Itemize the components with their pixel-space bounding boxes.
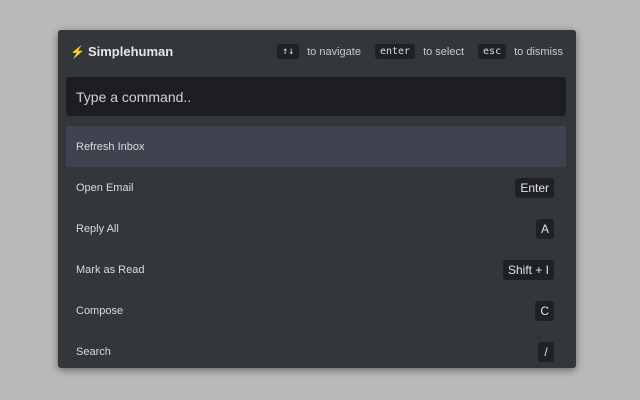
lightning-icon: ⚡ xyxy=(70,44,85,59)
brand: ⚡ Simplehuman xyxy=(70,44,173,59)
command-refresh-inbox[interactable]: Refresh Inbox xyxy=(66,126,566,167)
shortcut-key: Enter xyxy=(515,177,554,198)
shortcut-key: A xyxy=(535,218,554,239)
shortcut-key: Shift + I xyxy=(502,259,554,280)
hint-navigate: ↑↓ to navigate xyxy=(277,44,361,59)
command-label: Reply All xyxy=(76,222,119,235)
command-palette: ⚡ Simplehuman ↑↓ to navigate enter to se… xyxy=(58,30,576,368)
hint-select: enter to select xyxy=(374,44,465,59)
palette-header: ⚡ Simplehuman ↑↓ to navigate enter to se… xyxy=(58,30,576,76)
command-open-email[interactable]: Open Email Enter xyxy=(66,167,566,208)
command-list: Refresh Inbox Open Email Enter Reply All… xyxy=(66,126,566,368)
hint-key: ↑↓ xyxy=(277,44,300,59)
command-label: Mark as Read xyxy=(76,263,145,276)
command-reply-all[interactable]: Reply All A xyxy=(66,208,566,249)
command-label: Open Email xyxy=(76,181,134,194)
shortcut-key: C xyxy=(535,300,554,321)
hint-label: to select xyxy=(423,45,465,58)
command-mark-as-read[interactable]: Mark as Read Shift + I xyxy=(66,249,566,290)
hint-key: enter xyxy=(374,44,416,59)
keyboard-hints: ↑↓ to navigate enter to select esc to di… xyxy=(277,44,563,59)
command-input[interactable] xyxy=(66,77,566,116)
command-label: Refresh Inbox xyxy=(76,140,145,153)
shortcut-key: / xyxy=(538,341,554,362)
command-label: Compose xyxy=(76,304,124,317)
brand-name: Simplehuman xyxy=(87,44,174,59)
command-search[interactable]: Search / xyxy=(66,331,566,368)
command-search xyxy=(66,77,566,116)
hint-label: to navigate xyxy=(307,45,361,58)
hint-key: esc xyxy=(478,44,507,59)
hint-dismiss: esc to dismiss xyxy=(478,44,563,59)
hint-label: to dismiss xyxy=(514,45,563,58)
command-compose[interactable]: Compose C xyxy=(66,290,566,331)
command-label: Search xyxy=(76,345,111,358)
